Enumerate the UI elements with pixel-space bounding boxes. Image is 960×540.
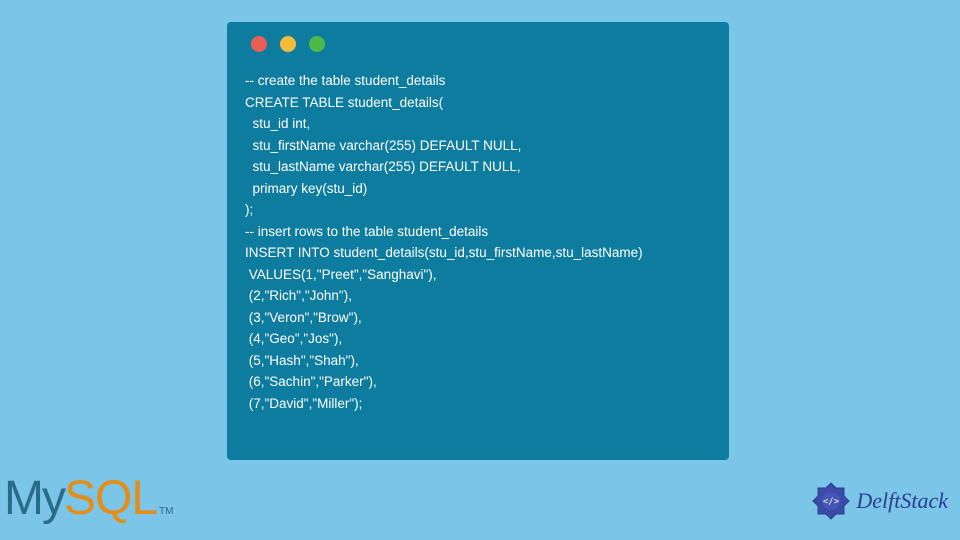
mysql-sql-text: SQL xyxy=(64,471,157,526)
close-dot xyxy=(251,36,267,52)
delftstack-text: DelftStack xyxy=(856,488,948,514)
delftstack-icon: </> xyxy=(810,480,852,522)
mysql-my-text: My xyxy=(4,471,64,526)
code-window: -- create the table student_details CREA… xyxy=(227,22,729,460)
mysql-logo: MySQLTM xyxy=(4,471,173,526)
code-content: -- create the table student_details CREA… xyxy=(245,70,711,414)
delftstack-logo: </> DelftStack xyxy=(810,480,948,522)
maximize-dot xyxy=(309,36,325,52)
mysql-tm-text: TM xyxy=(159,506,173,517)
svg-text:</>: </> xyxy=(823,497,840,507)
window-controls xyxy=(245,36,711,52)
minimize-dot xyxy=(280,36,296,52)
